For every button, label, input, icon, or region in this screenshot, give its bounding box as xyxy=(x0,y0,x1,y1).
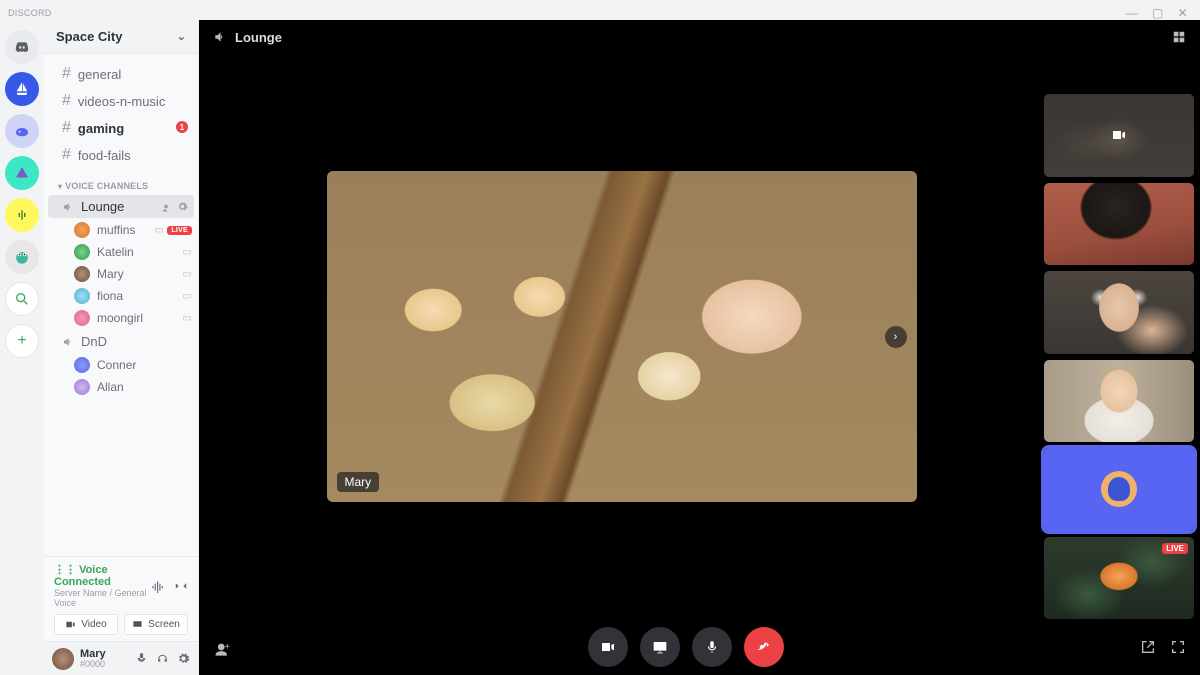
maximize-button[interactable]: ▢ xyxy=(1152,7,1164,19)
channel-category[interactable]: VOICE CHANNELS xyxy=(44,169,198,194)
home-button[interactable] xyxy=(5,30,39,64)
call-region: Lounge Mary › LIVE xyxy=(199,20,1200,675)
video-thumbnail[interactable] xyxy=(1044,183,1194,266)
disconnect-button[interactable] xyxy=(744,627,784,667)
hash-icon: # xyxy=(62,146,71,164)
video-icon: ▭ xyxy=(155,225,164,236)
app-name: DISCORD xyxy=(8,8,52,18)
explore-button[interactable] xyxy=(5,282,39,316)
voice-member[interactable]: Katelin▭ xyxy=(44,241,198,263)
call-channel-title: Lounge xyxy=(235,30,282,45)
video-thumbnail[interactable] xyxy=(1044,448,1194,531)
text-channel[interactable]: #videos-n-music xyxy=(48,88,194,114)
voice-member[interactable]: Mary▭ xyxy=(44,263,198,285)
video-icon: ▭ xyxy=(183,247,192,258)
fullscreen-icon[interactable] xyxy=(1170,639,1186,655)
create-invite-icon[interactable] xyxy=(161,201,172,212)
voice-member[interactable]: moongirl▭ xyxy=(44,307,198,329)
avatar xyxy=(74,288,90,304)
video-thumbnail[interactable] xyxy=(1044,271,1194,354)
hash-icon: # xyxy=(62,119,71,137)
mention-badge: 1 xyxy=(176,121,188,133)
gear-icon[interactable] xyxy=(177,201,188,212)
voice-channel[interactable]: Lounge xyxy=(48,195,194,218)
voice-member[interactable]: fiona▭ xyxy=(44,285,198,307)
grid-view-icon[interactable] xyxy=(1172,30,1186,44)
avatar xyxy=(74,310,90,326)
video-tile[interactable]: Mary › xyxy=(327,171,917,503)
voice-member[interactable]: Allan xyxy=(44,376,198,398)
user-panel: Mary #0000 xyxy=(44,641,198,675)
text-channel[interactable]: #general xyxy=(48,61,194,87)
avatar xyxy=(1101,471,1137,507)
live-badge: LIVE xyxy=(167,226,192,235)
server-name: Space City xyxy=(56,29,122,44)
live-badge: LIVE xyxy=(1162,543,1188,554)
add-server-button[interactable]: + xyxy=(5,324,39,358)
call-controls xyxy=(199,619,1200,675)
chevron-down-icon: ⌄ xyxy=(177,30,186,43)
speaker-icon xyxy=(62,201,74,213)
invite-icon[interactable] xyxy=(213,638,231,656)
avatar xyxy=(74,266,90,282)
server-rail: + xyxy=(0,20,44,675)
video-icon: ▭ xyxy=(183,269,192,280)
channel-sidebar: Space City ⌄ #general #videos-n-music #g… xyxy=(44,20,199,675)
hash-icon: # xyxy=(62,65,71,83)
popout-icon[interactable] xyxy=(1140,639,1156,655)
server-icon[interactable] xyxy=(5,198,39,232)
server-icon[interactable] xyxy=(5,156,39,190)
video-thumbnail[interactable] xyxy=(1044,94,1194,177)
channel-list: #general #videos-n-music #gaming1 #food-… xyxy=(44,54,198,556)
server-icon[interactable] xyxy=(5,114,39,148)
call-header: Lounge xyxy=(199,20,1200,54)
voice-channel[interactable]: DnD xyxy=(48,330,194,353)
camera-button[interactable] xyxy=(588,627,628,667)
server-header[interactable]: Space City ⌄ xyxy=(44,20,198,54)
voice-member[interactable]: muffins▭LIVE xyxy=(44,219,198,241)
participant-strip: LIVE xyxy=(1044,54,1194,619)
camera-icon xyxy=(1111,127,1127,143)
user-avatar[interactable] xyxy=(52,648,74,670)
window-controls: — ▢ ✕ xyxy=(1126,7,1188,19)
avatar xyxy=(74,222,90,238)
voice-connected-panel: ⋮⋮ Voice Connected Server Name / General… xyxy=(44,556,198,641)
mute-icon[interactable] xyxy=(135,652,148,665)
username: Mary xyxy=(80,648,106,660)
deafen-icon[interactable] xyxy=(156,652,169,665)
video-icon: ▭ xyxy=(183,313,192,324)
server-icon[interactable] xyxy=(5,240,39,274)
video-button[interactable]: Video xyxy=(54,614,118,635)
mic-button[interactable] xyxy=(692,627,732,667)
user-tag: #0000 xyxy=(80,660,106,670)
text-channel[interactable]: #food-fails xyxy=(48,142,194,168)
noise-suppression-icon[interactable] xyxy=(150,579,164,593)
screen-share-button[interactable]: Screen xyxy=(124,614,188,635)
minimize-button[interactable]: — xyxy=(1126,7,1138,19)
disconnect-icon[interactable] xyxy=(174,579,188,593)
speaker-icon xyxy=(62,336,74,348)
server-icon[interactable] xyxy=(5,72,39,106)
voice-status-label: ⋮⋮ Voice Connected xyxy=(54,563,150,588)
avatar xyxy=(74,244,90,260)
voice-status-sub: Server Name / General Voice xyxy=(54,588,150,608)
avatar xyxy=(74,379,90,395)
next-button[interactable]: › xyxy=(885,326,907,348)
video-username-label: Mary xyxy=(337,472,380,492)
avatar xyxy=(74,357,90,373)
video-thumbnail[interactable] xyxy=(1044,360,1194,443)
close-button[interactable]: ✕ xyxy=(1178,7,1188,19)
voice-member[interactable]: Conner xyxy=(44,354,198,376)
video-thumbnail[interactable]: LIVE xyxy=(1044,537,1194,620)
focused-video: Mary › xyxy=(205,54,1038,619)
video-icon: ▭ xyxy=(183,291,192,302)
settings-icon[interactable] xyxy=(177,652,190,665)
screenshare-button[interactable] xyxy=(640,627,680,667)
titlebar: DISCORD — ▢ ✕ xyxy=(0,0,1200,20)
speaker-icon xyxy=(213,30,227,44)
hash-icon: # xyxy=(62,92,71,110)
text-channel[interactable]: #gaming1 xyxy=(48,115,194,141)
